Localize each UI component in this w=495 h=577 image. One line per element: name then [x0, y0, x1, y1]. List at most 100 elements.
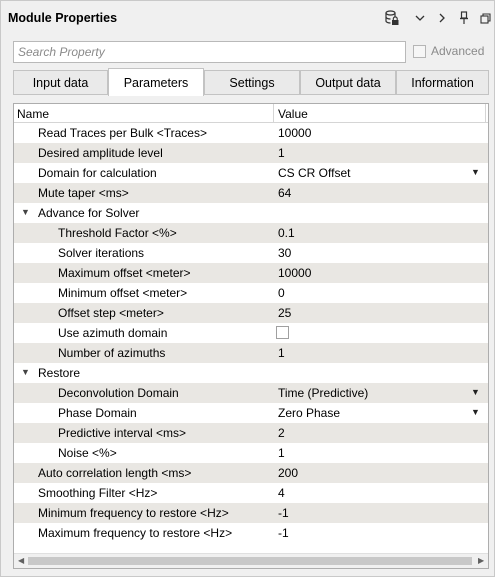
- property-value[interactable]: 200: [278, 466, 298, 480]
- property-row[interactable]: Noise <%> 1: [14, 443, 488, 463]
- property-row[interactable]: Phase Domain Zero Phase ▼: [14, 403, 488, 423]
- property-value-select[interactable]: CS CR Offset: [278, 166, 350, 180]
- property-name: Threshold Factor <%>: [58, 226, 177, 240]
- scroll-left-icon[interactable]: ◀: [18, 556, 24, 565]
- pin-icon[interactable]: [456, 9, 472, 27]
- property-row[interactable]: Predictive interval <ms> 2: [14, 423, 488, 443]
- property-name: Maximum offset <meter>: [58, 266, 191, 280]
- tab-output-data[interactable]: Output data: [300, 70, 396, 95]
- tab-settings[interactable]: Settings: [204, 70, 300, 95]
- horizontal-scrollbar[interactable]: ◀ ▶: [14, 553, 488, 568]
- chevron-down-icon[interactable]: [412, 9, 428, 27]
- property-row[interactable]: Maximum frequency to restore <Hz> -1: [14, 523, 488, 543]
- property-row[interactable]: Number of azimuths 1: [14, 343, 488, 363]
- property-value[interactable]: 1: [278, 346, 285, 360]
- property-name: Restore: [38, 366, 81, 380]
- property-name: Auto correlation length <ms>: [38, 466, 192, 480]
- group-row[interactable]: ▼ Advance for Solver: [14, 203, 488, 223]
- advanced-checkbox[interactable]: [413, 44, 426, 58]
- property-name: Predictive interval <ms>: [58, 426, 187, 440]
- property-name: Maximum frequency to restore <Hz>: [38, 526, 233, 540]
- panel-title: Module Properties: [8, 11, 118, 25]
- property-row[interactable]: Read Traces per Bulk <Traces> 10000: [14, 123, 488, 143]
- property-value[interactable]: 0.1: [278, 226, 295, 240]
- collapse-triangle-icon[interactable]: ▼: [21, 367, 30, 377]
- tab-parameters[interactable]: Parameters: [108, 68, 204, 96]
- property-value[interactable]: 30: [278, 246, 291, 260]
- property-name: Desired amplitude level: [38, 146, 163, 160]
- column-header-value[interactable]: Value: [278, 107, 308, 121]
- property-checkbox[interactable]: [276, 326, 289, 339]
- property-row[interactable]: Offset step <meter> 25: [14, 303, 488, 323]
- property-name: Mute taper <ms>: [38, 186, 129, 200]
- scroll-right-icon[interactable]: ▶: [478, 556, 484, 565]
- property-name: Use azimuth domain: [58, 326, 168, 340]
- column-divider[interactable]: [273, 104, 274, 123]
- advanced-toggle[interactable]: Advanced: [413, 44, 484, 58]
- property-value-select[interactable]: Zero Phase: [278, 406, 340, 420]
- property-value[interactable]: 25: [278, 306, 291, 320]
- property-value[interactable]: 64: [278, 186, 291, 200]
- tab-input-data[interactable]: Input data: [13, 70, 108, 95]
- property-name: Minimum frequency to restore <Hz>: [38, 506, 229, 520]
- property-name: Domain for calculation: [38, 166, 157, 180]
- dropdown-arrow-icon[interactable]: ▼: [471, 387, 480, 397]
- property-row[interactable]: Use azimuth domain: [14, 323, 488, 343]
- property-row[interactable]: Desired amplitude level 1: [14, 143, 488, 163]
- property-grid: Name Value Read Traces per Bulk <Traces>…: [13, 103, 489, 569]
- title-bar: Module Properties: [1, 1, 494, 35]
- property-value[interactable]: 2: [278, 426, 285, 440]
- tab-information[interactable]: Information: [396, 70, 489, 95]
- property-value[interactable]: 1: [278, 146, 285, 160]
- property-row[interactable]: Minimum offset <meter> 0: [14, 283, 488, 303]
- property-name: Advance for Solver: [38, 206, 140, 220]
- search-input[interactable]: [14, 42, 405, 62]
- property-name: Smoothing Filter <Hz>: [38, 486, 158, 500]
- property-row[interactable]: Mute taper <ms> 64: [14, 183, 488, 203]
- tab-label: Input data: [32, 75, 89, 90]
- property-row[interactable]: Deconvolution Domain Time (Predictive) ▼: [14, 383, 488, 403]
- property-row[interactable]: Minimum frequency to restore <Hz> -1: [14, 503, 488, 523]
- property-name: Number of azimuths: [58, 346, 166, 360]
- property-name: Noise <%>: [58, 446, 117, 460]
- property-row[interactable]: Domain for calculation CS CR Offset ▼: [14, 163, 488, 183]
- property-value[interactable]: 10000: [278, 266, 311, 280]
- module-properties-panel: Module Properties Search Property Advanc…: [0, 0, 495, 577]
- advanced-label: Advanced: [431, 44, 485, 58]
- property-name: Minimum offset <meter>: [58, 286, 188, 300]
- property-name: Deconvolution Domain: [58, 386, 179, 400]
- group-row[interactable]: ▼ Restore: [14, 363, 488, 383]
- restore-window-icon[interactable]: [477, 9, 493, 27]
- property-name: Read Traces per Bulk <Traces>: [38, 126, 207, 140]
- property-value[interactable]: -1: [278, 506, 289, 520]
- tab-label: Parameters: [123, 75, 189, 90]
- property-value[interactable]: 0: [278, 286, 285, 300]
- dropdown-arrow-icon[interactable]: ▼: [471, 167, 480, 177]
- property-row[interactable]: Threshold Factor <%> 0.1: [14, 223, 488, 243]
- property-name: Phase Domain: [58, 406, 137, 420]
- property-value[interactable]: 1: [278, 446, 285, 460]
- column-header-name[interactable]: Name: [17, 107, 49, 121]
- chevron-right-icon[interactable]: [434, 9, 450, 27]
- tab-label: Output data: [315, 75, 381, 90]
- property-value[interactable]: 4: [278, 486, 285, 500]
- search-property-field[interactable]: [13, 41, 406, 63]
- property-value[interactable]: -1: [278, 526, 289, 540]
- property-name: Solver iterations: [58, 246, 145, 260]
- scrollbar-thumb[interactable]: [28, 557, 472, 565]
- grid-header: Name Value: [14, 104, 488, 123]
- tab-label: Information: [411, 75, 474, 90]
- property-name: Offset step <meter>: [58, 306, 164, 320]
- tab-label: Settings: [229, 75, 275, 90]
- column-divider: [485, 104, 486, 123]
- property-value[interactable]: 10000: [278, 126, 311, 140]
- database-lock-icon[interactable]: [384, 9, 400, 27]
- property-value-select[interactable]: Time (Predictive): [278, 386, 368, 400]
- dropdown-arrow-icon[interactable]: ▼: [471, 407, 480, 417]
- property-row[interactable]: Solver iterations 30: [14, 243, 488, 263]
- property-row[interactable]: Smoothing Filter <Hz> 4: [14, 483, 488, 503]
- collapse-triangle-icon[interactable]: ▼: [21, 207, 30, 217]
- property-row[interactable]: Auto correlation length <ms> 200: [14, 463, 488, 483]
- grid-rows: Read Traces per Bulk <Traces> 10000 Desire…: [14, 123, 488, 543]
- property-row[interactable]: Maximum offset <meter> 10000: [14, 263, 488, 283]
